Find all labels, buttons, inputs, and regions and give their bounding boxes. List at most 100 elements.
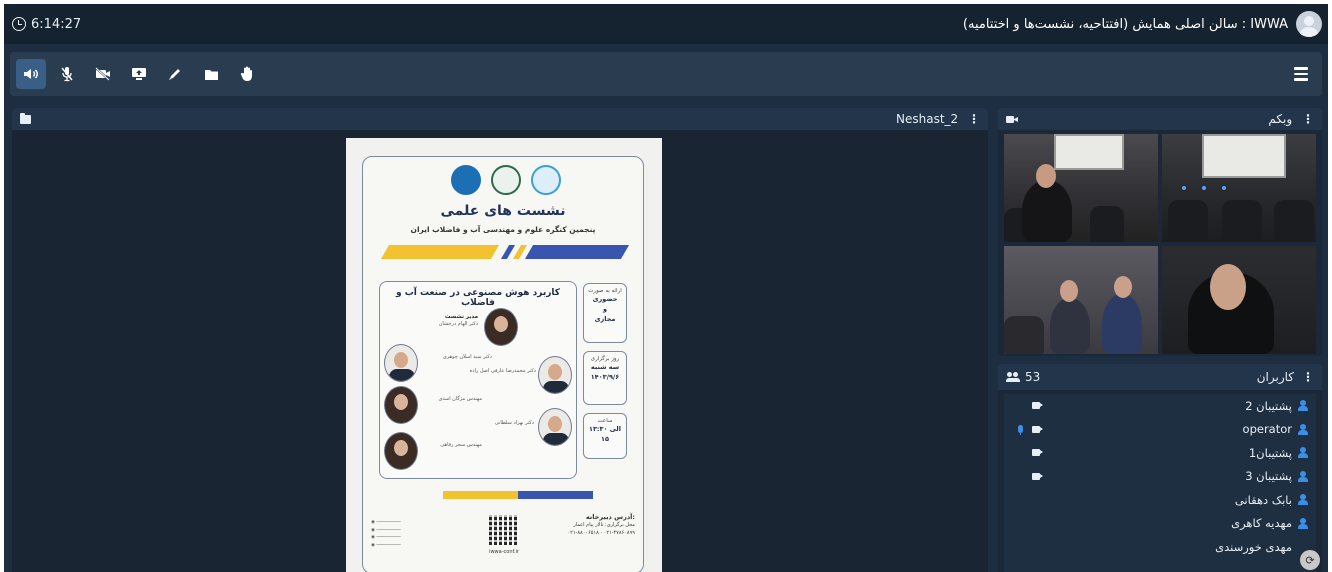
user-icon <box>1298 517 1308 529</box>
participant-figure <box>1102 294 1142 354</box>
toolbar <box>10 52 1322 96</box>
presentation-title: Neshast_2 <box>896 112 959 126</box>
presentation-canvas: نشست های علمی پنجمین کنگره علوم و مهندسی… <box>12 130 988 572</box>
user-row[interactable]: پشتیبان1 <box>1004 441 1316 465</box>
user-avatar[interactable] <box>1296 11 1322 37</box>
raise-hand-button[interactable] <box>232 59 262 89</box>
session-time: 6:14:27 <box>31 16 82 32</box>
user-name: مهدی خورسندی <box>1215 539 1292 554</box>
files-button[interactable] <box>196 59 226 89</box>
user-name: پشتیبان 3 <box>1245 469 1292 484</box>
speaker-1-name: دکتر سید اسلان چوهری <box>442 354 492 360</box>
refresh-icon: ⟳ <box>1305 553 1315 567</box>
presentation-options-icon[interactable]: ⋮ <box>968 112 980 126</box>
speaker-5-name: مهندس سحر رفاهی <box>440 442 482 448</box>
poster-logos <box>451 165 561 195</box>
poster-topic: کاربرد هوش مصنوعی در صنعت آب و فاضلاب <box>395 288 560 308</box>
poster-topic-box: کاربرد هوش مصنوعی در صنعت آب و فاضلاب مد… <box>379 281 577 479</box>
video-on-icon <box>1032 472 1040 480</box>
user-row[interactable]: بابک دهقانی <box>1004 488 1316 512</box>
menu-button[interactable] <box>1288 61 1314 87</box>
participant-figure <box>1050 298 1090 354</box>
room-title: IWWA : سالن اصلی همایش (افتتاحیه، نشست‌ه… <box>962 16 1288 32</box>
user-row[interactable]: مهدی خورسندی <box>1004 535 1316 559</box>
poster-mode-box: ارائه به صورت حضوری و مجازی <box>583 283 627 343</box>
user-icon <box>1298 400 1308 411</box>
folder-icon <box>204 69 218 80</box>
camera-button[interactable] <box>88 59 118 89</box>
speaker-icon <box>24 69 38 79</box>
user-list: پشتیبان 2 operator پشتیبان1 پشتیبان 3 با <box>1004 394 1316 572</box>
webcam-tile-1[interactable] <box>1004 134 1158 242</box>
poster-stripe <box>380 245 630 259</box>
poster-date-box: روز برگزاری سه شنبه ۱۴۰۳/۹/۶ <box>583 351 627 405</box>
org-logo-icon <box>451 165 481 195</box>
session-clock: 6:14:27 <box>12 17 81 32</box>
users-count: 53 <box>1025 370 1041 384</box>
users-options-icon[interactable]: ⋮ <box>1302 370 1314 384</box>
camera-off-icon <box>95 67 110 81</box>
presentation-folder-icon[interactable] <box>20 112 31 124</box>
poster-qr-caption: iwwa-conf.ir <box>489 549 519 555</box>
draw-button[interactable] <box>160 59 190 89</box>
webcam-pane: وبکم ⋮ <box>998 108 1322 356</box>
webcam-title: وبکم <box>1268 112 1293 126</box>
user-icon <box>1298 470 1308 482</box>
speaker-2-photo <box>538 356 572 394</box>
webcam-options-icon[interactable]: ⋮ <box>1302 112 1314 126</box>
users-title: کاربران <box>1256 370 1294 384</box>
user-name: مهدیه کاهری <box>1231 516 1292 531</box>
webcam-tile-4[interactable] <box>1162 246 1316 354</box>
poster-social-links: ◉ ───────── ◉ ───────── ◉ ───────── ◉ ─────… <box>371 520 401 548</box>
webcam-tile-3[interactable] <box>1004 246 1158 354</box>
moderator-photo <box>484 308 518 346</box>
microphone-button[interactable] <box>52 59 82 89</box>
user-row[interactable]: مهدیه کاهری <box>1004 512 1316 536</box>
poster-frame: نشست های علمی پنجمین کنگره علوم و مهندسی… <box>362 156 644 572</box>
speaker-button[interactable] <box>16 59 46 89</box>
user-icon <box>1298 447 1308 458</box>
user-name: operator <box>1242 422 1292 437</box>
hamburger-icon <box>1294 67 1308 70</box>
microphone-on-icon <box>1018 424 1023 435</box>
speaker-2-name: دکتر محمدرضا عارفی اصل زاده <box>469 368 536 374</box>
video-on-icon <box>1032 425 1040 433</box>
speaker-1-photo <box>384 344 418 382</box>
association-logo-icon <box>531 165 561 195</box>
refresh-button[interactable]: ⟳ <box>1300 550 1320 570</box>
user-icon <box>1298 423 1308 435</box>
speaker-3-name: مهندس مژگان اسدی <box>438 396 482 402</box>
presentation-pane: Neshast_2 ⋮ نشست های علمی پنجمین کنگره ع… <box>12 108 988 572</box>
speaker-3-photo <box>384 386 418 424</box>
moderator-name: دکتر الهام درخشان <box>438 321 478 328</box>
speaker-5-photo <box>384 432 418 470</box>
participant-figure <box>1022 180 1072 242</box>
webcam-header: وبکم ⋮ <box>998 108 1322 130</box>
user-row[interactable]: پشتیبان 2 <box>1004 394 1316 418</box>
users-group-icon <box>1006 372 1020 382</box>
poster-contact: آدرس دبیرخانه: محل برگزاری: تالار پیام ا… <box>567 513 636 536</box>
user-row[interactable]: operator <box>1004 418 1316 442</box>
pen-icon <box>169 69 180 80</box>
user-row[interactable]: پشتیبان 3 <box>1004 465 1316 489</box>
users-header: 53 کاربران ⋮ <box>998 364 1322 390</box>
screen-share-icon <box>132 68 146 80</box>
microphone-muted-icon <box>61 67 73 82</box>
users-pane: 53 کاربران ⋮ پشتیبان 2 operator پشتیبان1 <box>998 364 1322 572</box>
video-camera-icon[interactable] <box>1006 115 1018 124</box>
user-name: بابک دهقانی <box>1234 492 1292 507</box>
webcam-tile-2[interactable] <box>1162 134 1316 242</box>
user-icon <box>1298 494 1308 505</box>
conference-app: 6:14:27 IWWA : سالن اصلی همایش (افتتاحیه… <box>4 4 1328 572</box>
poster-bottom-stripe <box>443 491 593 499</box>
poster-title: نشست های علمی <box>440 203 566 219</box>
speaker-4-name: دکتر بهزاد سلطانی <box>494 420 534 426</box>
user-name: پشتیبان1 <box>1248 445 1292 460</box>
speaker-4-photo <box>538 408 572 446</box>
poster-slide: نشست های علمی پنجمین کنگره علوم و مهندسی… <box>346 138 662 572</box>
screen-share-button[interactable] <box>124 59 154 89</box>
poster-qr-code <box>489 515 519 545</box>
university-logo-icon <box>491 165 521 195</box>
video-on-icon <box>1032 449 1040 456</box>
raise-hand-icon <box>240 66 252 81</box>
